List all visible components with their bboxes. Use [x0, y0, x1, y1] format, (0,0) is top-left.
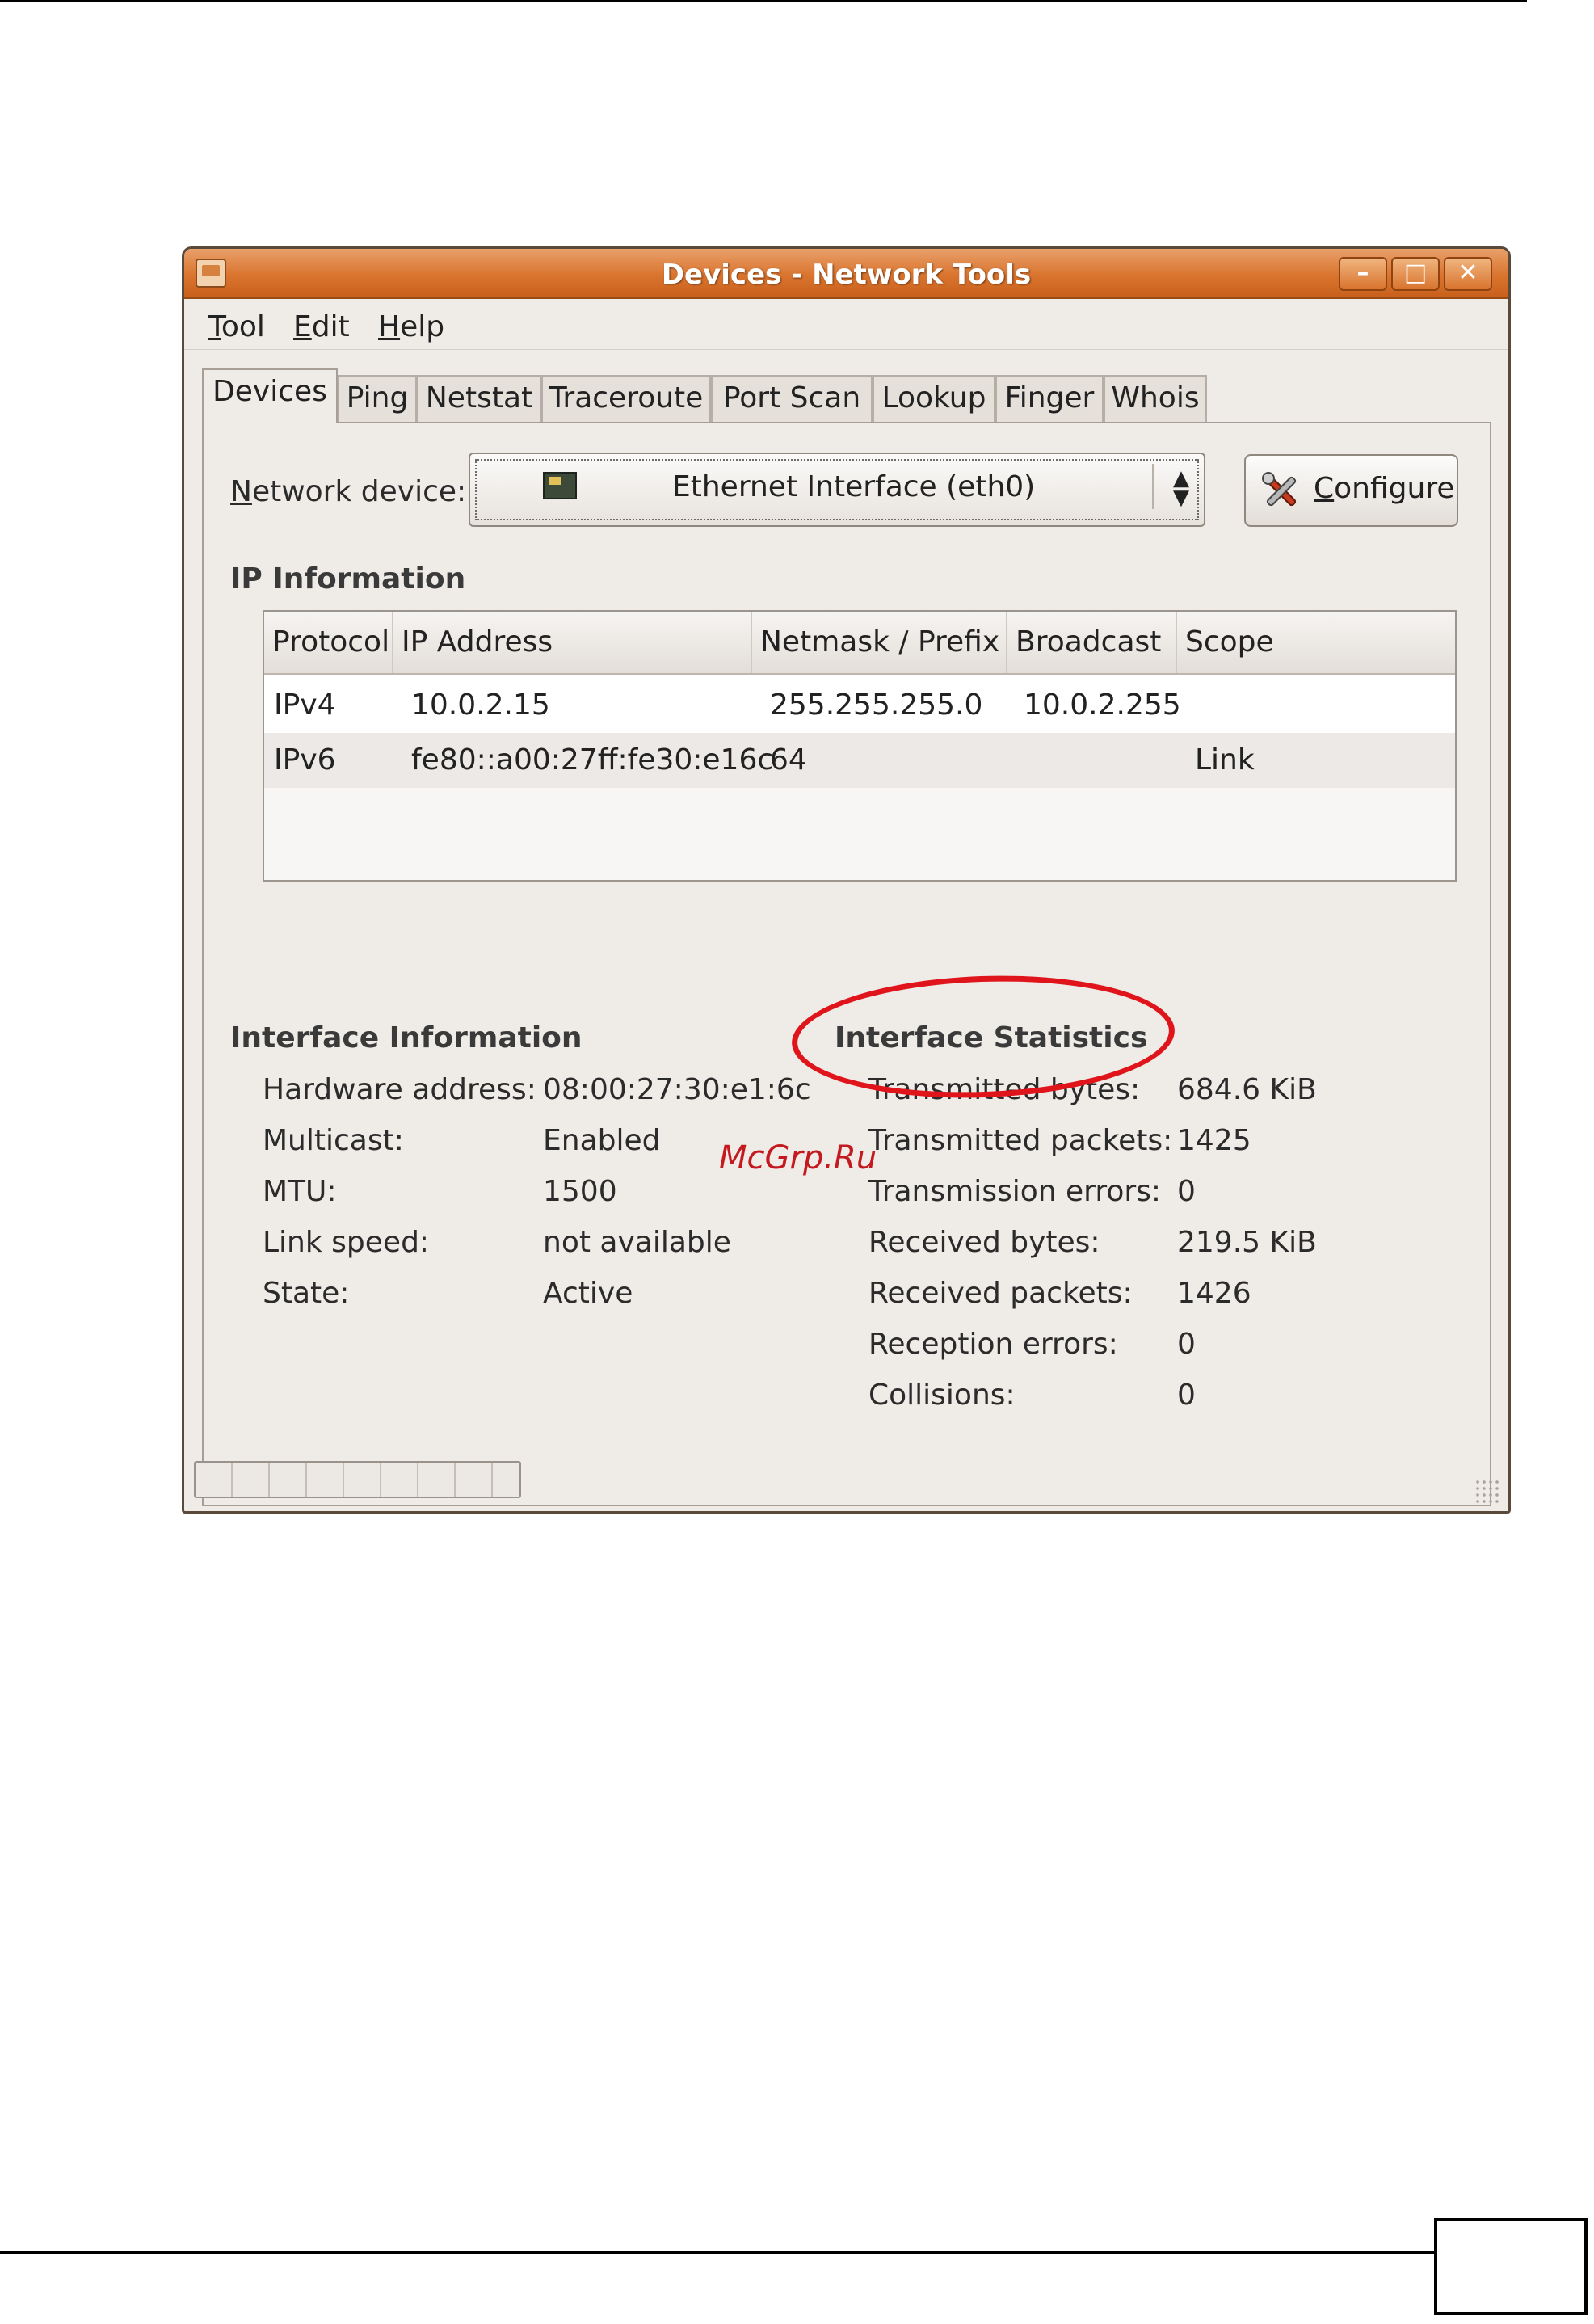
column-ip-address[interactable]: IP Address [393, 612, 752, 673]
column-netmask[interactable]: Netmask / Prefix [752, 612, 1007, 673]
received-packets-label: Received packets: [868, 1277, 1133, 1310]
table-header: Protocol IP Address Netmask / Prefix Bro… [264, 612, 1455, 675]
cell-ip-address: fe80::a00:27ff:fe30:e16c [411, 743, 774, 777]
multicast-label: Multicast: [263, 1124, 404, 1157]
cell-netmask: 255.255.255.0 [770, 688, 983, 722]
transmission-errors-value: 0 [1177, 1175, 1196, 1208]
page-number-box [1434, 2218, 1588, 2315]
tab-lookup[interactable]: Lookup [873, 375, 995, 422]
tab-netstat[interactable]: Netstat [417, 375, 541, 422]
network-device-label: Network device: [230, 475, 467, 508]
network-device-value: Ethernet Interface (eth0) [672, 470, 1036, 503]
window-title: Devices - Network Tools [661, 259, 1032, 291]
reception-errors-value: 0 [1177, 1328, 1196, 1361]
cell-ip-address: 10.0.2.15 [411, 688, 550, 722]
cell-netmask: 64 [770, 743, 807, 777]
state-value: Active [543, 1277, 633, 1310]
column-scope[interactable]: Scope [1177, 612, 1455, 673]
column-protocol[interactable]: Protocol [264, 612, 393, 673]
table-row[interactable]: IPv6 fe80::a00:27ff:fe30:e16c 64 Link [264, 733, 1455, 788]
menu-help[interactable]: Help [378, 310, 444, 343]
resize-grip-icon[interactable] [1474, 1479, 1499, 1503]
received-packets-value: 1426 [1177, 1277, 1251, 1310]
mtu-value: 1500 [543, 1175, 617, 1208]
network-device-select[interactable]: Ethernet Interface (eth0) ▲ ▼ [469, 453, 1205, 527]
tab-finger[interactable]: Finger [995, 375, 1104, 422]
table-empty-area [264, 788, 1455, 880]
link-speed-value: not available [543, 1226, 731, 1259]
status-progress-bar [194, 1461, 521, 1498]
tab-devices[interactable]: Devices [202, 368, 338, 423]
received-bytes-value: 219.5 KiB [1177, 1226, 1317, 1259]
hardware-address-label: Hardware address: [263, 1073, 536, 1106]
tab-ping[interactable]: Ping [338, 375, 417, 422]
cell-protocol: IPv4 [274, 688, 336, 722]
page-top-rule [0, 0, 1527, 2]
network-card-icon [543, 472, 577, 499]
transmitted-bytes-value: 684.6 KiB [1177, 1073, 1317, 1106]
updown-arrows-icon: ▲ ▼ [1173, 466, 1189, 510]
link-speed-label: Link speed: [263, 1226, 430, 1259]
tab-whois[interactable]: Whois [1104, 375, 1207, 422]
menu-bar: Tool Edit Help [184, 299, 1508, 350]
page-bottom-rule [0, 2251, 1454, 2254]
collisions-label: Collisions: [868, 1379, 1016, 1412]
reception-errors-label: Reception errors: [868, 1328, 1118, 1361]
maximize-button[interactable]: □ [1391, 257, 1440, 291]
tab-traceroute[interactable]: Traceroute [541, 375, 711, 422]
configure-button[interactable]: Configure [1244, 454, 1458, 527]
multicast-value: Enabled [543, 1124, 661, 1157]
configure-label: Configure [1314, 472, 1455, 505]
table-row[interactable]: IPv4 10.0.2.15 255.255.255.0 10.0.2.255 [264, 678, 1455, 733]
tools-icon [1262, 472, 1297, 507]
state-label: State: [263, 1277, 350, 1310]
ip-information-heading: IP Information [230, 562, 466, 596]
ip-information-table: Protocol IP Address Netmask / Prefix Bro… [263, 610, 1457, 882]
interface-information-heading: Interface Information [230, 1021, 583, 1055]
combo-separator [1152, 464, 1154, 509]
watermark-text: McGrp.Ru [719, 1139, 877, 1177]
tab-port-scan[interactable]: Port Scan [711, 375, 873, 422]
hardware-address-value: 08:00:27:30:e1:6c [543, 1073, 811, 1106]
cell-scope [1185, 678, 1195, 733]
menu-edit[interactable]: Edit [293, 310, 350, 343]
cell-broadcast: 10.0.2.255 [1024, 688, 1181, 722]
column-broadcast[interactable]: Broadcast [1007, 612, 1177, 673]
mtu-label: MTU: [263, 1175, 337, 1208]
received-bytes-label: Received bytes: [868, 1226, 1100, 1259]
cell-scope: Link [1195, 743, 1255, 777]
transmitted-packets-value: 1425 [1177, 1124, 1251, 1157]
title-bar[interactable]: Devices - Network Tools – □ ✕ [184, 249, 1508, 299]
cell-broadcast [1014, 733, 1024, 788]
minimize-button[interactable]: – [1339, 257, 1387, 291]
transmission-errors-label: Transmission errors: [868, 1175, 1162, 1208]
transmitted-packets-label: Transmitted packets: [868, 1124, 1173, 1157]
collisions-value: 0 [1177, 1379, 1196, 1412]
cell-protocol: IPv6 [274, 743, 336, 777]
close-button[interactable]: ✕ [1444, 257, 1492, 291]
menu-tool[interactable]: Tool [208, 310, 265, 343]
